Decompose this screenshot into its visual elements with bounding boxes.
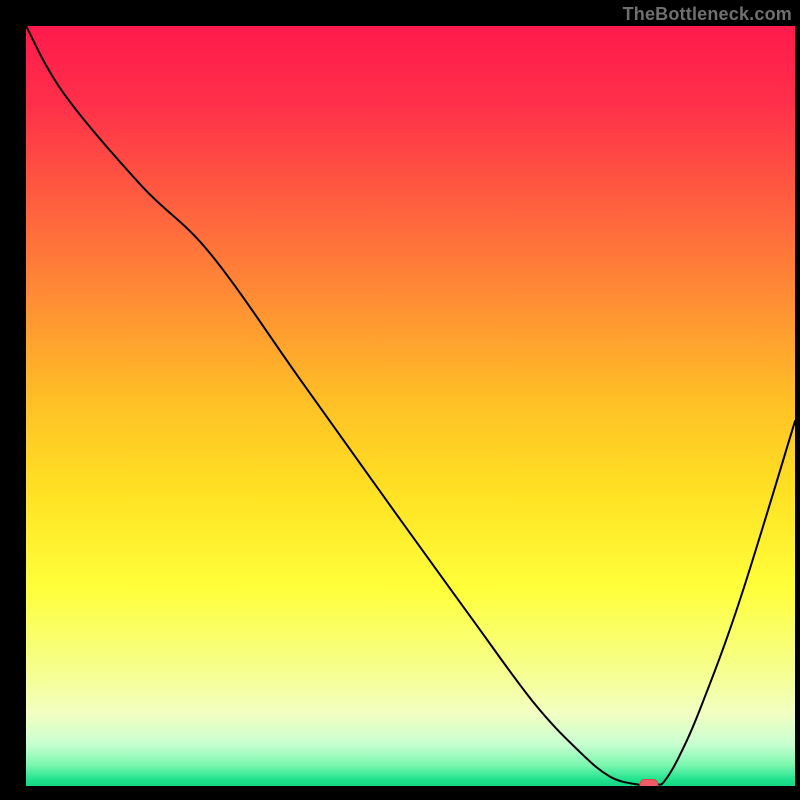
optimal-marker	[640, 780, 658, 787]
plot-area	[26, 26, 795, 786]
gradient-background	[26, 26, 795, 786]
chart-svg	[26, 26, 795, 786]
chart-frame: TheBottleneck.com	[0, 0, 800, 800]
watermark-text: TheBottleneck.com	[623, 4, 792, 25]
